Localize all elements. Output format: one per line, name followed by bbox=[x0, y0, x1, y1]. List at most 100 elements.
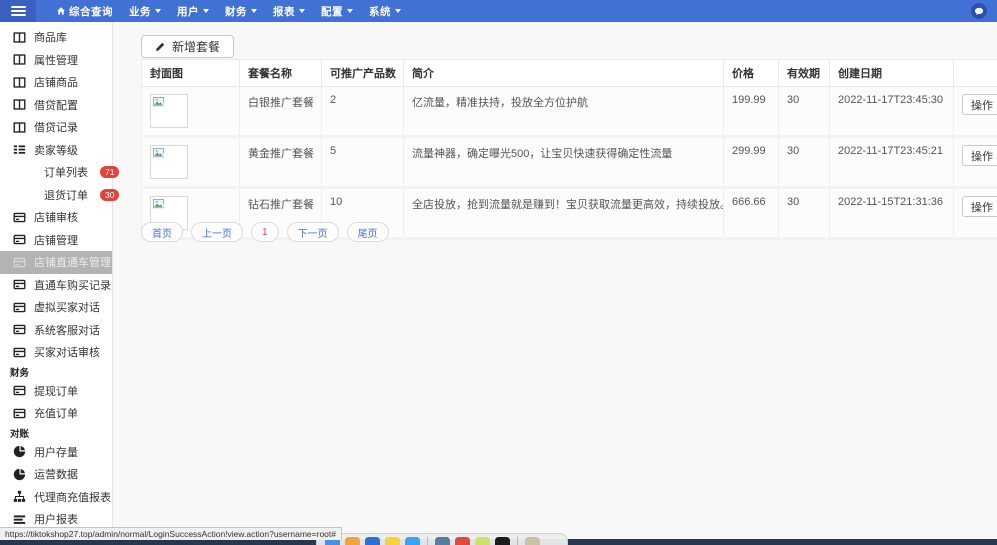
sidebar-item-label: 用户报表 bbox=[34, 514, 78, 527]
navbar-menu-item-3[interactable]: 用户 bbox=[177, 4, 209, 19]
cell-price: 666.66 bbox=[723, 187, 779, 240]
navbar-menu-item-6[interactable]: 配置 bbox=[321, 4, 353, 19]
table-column-header: 创建日期 bbox=[829, 59, 954, 87]
sidebar-item-14[interactable]: 系统客服对话 bbox=[0, 319, 112, 342]
sidebar-item-2[interactable]: 属性管理 bbox=[0, 49, 112, 72]
count-badge: 30 bbox=[100, 188, 120, 201]
chat-button[interactable] bbox=[971, 3, 987, 19]
pie-icon bbox=[13, 445, 26, 458]
row-action-button[interactable]: 操作 bbox=[962, 196, 997, 217]
sidebar-item-label: 借贷配置 bbox=[34, 99, 78, 112]
hamburger-menu-icon[interactable] bbox=[0, 0, 36, 22]
navbar-menu-label: 用户 bbox=[177, 5, 199, 18]
navbar-menu-item-7[interactable]: 系统 bbox=[369, 4, 401, 19]
navbar-menu-label: 系统 bbox=[369, 5, 391, 18]
sidebar: 商品库 属性管理 店铺商品 借贷配置 借贷记录 卖家等级 订单列表 71 退货订单 30 店铺审核店… bbox=[0, 22, 120, 539]
sidebar-item-6[interactable]: 卖家等级 bbox=[0, 139, 112, 162]
appstore-icon[interactable] bbox=[405, 537, 420, 545]
sidebar-item-11[interactable]: 店铺直通车管理 bbox=[0, 251, 112, 274]
sidebar-item-20[interactable]: 用户存量 bbox=[0, 441, 112, 464]
table-column-header: 封面图 bbox=[141, 59, 240, 87]
prev-page-button[interactable]: 上一页 bbox=[191, 222, 243, 242]
package-table: 封面图 套餐名称 可推广产品数 简介 价格 有效期 创建日期 白银推广套餐 2 亿流量，精准扶持… bbox=[141, 59, 997, 240]
sidebar-item-label: 虚拟买家对话 bbox=[34, 302, 100, 315]
navbar-menu-item-1[interactable]: 综合查询 bbox=[56, 4, 113, 19]
card-icon bbox=[13, 407, 26, 420]
pencil-icon bbox=[156, 42, 165, 51]
chevron-down-icon bbox=[395, 9, 401, 13]
pie-icon bbox=[13, 468, 26, 481]
sidebar-item-15[interactable]: 买家对话审核 bbox=[0, 341, 112, 364]
page-number-button[interactable]: 1 bbox=[251, 222, 279, 242]
sidebar-item-5[interactable]: 借贷记录 bbox=[0, 116, 112, 139]
cell-price: 199.99 bbox=[723, 86, 779, 138]
card-icon bbox=[13, 346, 26, 359]
navbar-menu-item-5[interactable]: 报表 bbox=[273, 4, 305, 19]
sidebar-item-10[interactable]: 店铺管理 bbox=[0, 229, 112, 252]
card-icon bbox=[13, 323, 26, 336]
navbar-menu-label: 综合查询 bbox=[69, 5, 113, 18]
terminal-icon[interactable] bbox=[495, 537, 510, 545]
sidebar-item-4[interactable]: 借贷配置 bbox=[0, 94, 112, 117]
cover-image-cell bbox=[141, 136, 240, 189]
first-page-button[interactable]: 首页 bbox=[141, 222, 183, 242]
card-icon bbox=[13, 301, 26, 314]
sidebar-item-label: 系统客服对话 bbox=[34, 324, 100, 337]
columns-icon bbox=[13, 31, 26, 44]
sidebar-item-label: 商品库 bbox=[34, 32, 67, 45]
action-cell: 操作 bbox=[953, 187, 997, 240]
table-header-row: 封面图 套餐名称 可推广产品数 简介 价格 有效期 创建日期 bbox=[141, 59, 997, 87]
columns-icon bbox=[13, 121, 26, 134]
navbar-menu-item-2[interactable]: 业务 bbox=[129, 4, 161, 19]
chevron-down-icon bbox=[251, 9, 257, 13]
navbar-menu-item-4[interactable]: 财务 bbox=[225, 4, 257, 19]
app-gray-icon[interactable] bbox=[435, 537, 450, 545]
broken-image-icon bbox=[150, 94, 188, 128]
sidebar-item-label: 用户存量 bbox=[34, 446, 78, 459]
sidebar-item-label: 运营数据 bbox=[34, 469, 78, 482]
sidebar-item-12[interactable]: 直通车购买记录 bbox=[0, 274, 112, 297]
navbar-menu-label: 配置 bbox=[321, 5, 343, 18]
sidebar-item-9[interactable]: 店铺审核 bbox=[0, 206, 112, 229]
notes-icon[interactable] bbox=[385, 537, 400, 545]
browser-icon[interactable] bbox=[365, 537, 380, 545]
cell-name: 白银推广套餐 bbox=[239, 86, 322, 138]
sidebar-item-21[interactable]: 运营数据 bbox=[0, 463, 112, 486]
table-column-header: 有效期 bbox=[778, 59, 830, 87]
card-icon bbox=[13, 211, 26, 224]
navbar-menu-label: 报表 bbox=[273, 5, 295, 18]
sidebar-item-label: 直通车购买记录 bbox=[34, 279, 111, 292]
sidebar-item-18[interactable]: 充值订单 bbox=[0, 402, 112, 425]
broken-image-icon bbox=[150, 145, 188, 179]
next-page-button[interactable]: 下一页 bbox=[286, 222, 339, 242]
add-package-button[interactable]: 新增套餐 bbox=[141, 35, 235, 58]
navbar-menu: 综合查询 业务 用户 财务 报表 配置 系统 bbox=[56, 4, 401, 19]
sidebar-item-17[interactable]: 提现订单 bbox=[0, 380, 112, 403]
sidebar-item-7[interactable]: 订单列表 71 bbox=[0, 161, 120, 184]
row-action-button[interactable]: 操作 bbox=[962, 94, 997, 115]
sidebar-item-22[interactable]: 代理商充值报表 bbox=[0, 486, 112, 509]
cell-validity: 30 bbox=[778, 187, 830, 240]
sidebar-item-label: 退货订单 bbox=[44, 189, 88, 202]
sidebar-item-13[interactable]: 虚拟买家对话 bbox=[0, 296, 112, 319]
table-column-header: 可推广产品数 bbox=[321, 59, 404, 87]
launchpad-icon[interactable] bbox=[345, 537, 360, 545]
app-green-icon[interactable] bbox=[475, 537, 490, 545]
sidebar-item-label: 订单列表 bbox=[44, 167, 88, 180]
table-column-header bbox=[953, 59, 997, 87]
table-column-header: 价格 bbox=[723, 59, 779, 87]
columns-icon bbox=[13, 76, 26, 89]
browser-status-bar: https://tiktokshop27.top/admin/normal/Lo… bbox=[0, 527, 342, 540]
card-icon bbox=[13, 384, 26, 397]
chevron-down-icon bbox=[203, 9, 209, 13]
last-page-button[interactable]: 尾页 bbox=[346, 222, 389, 242]
table-row: 黄金推广套餐 5 流量神器，确定曝光500，让宝贝快速获得确定性流量 299.99 30… bbox=[141, 136, 997, 189]
sidebar-item-3[interactable]: 店铺商品 bbox=[0, 71, 112, 94]
cell-created: 2022-11-17T23:45:21 bbox=[829, 136, 954, 189]
row-action-button[interactable]: 操作 bbox=[962, 145, 997, 166]
app-red-icon[interactable] bbox=[455, 537, 470, 545]
trash-icon[interactable] bbox=[525, 537, 540, 545]
sidebar-item-8[interactable]: 退货订单 30 bbox=[0, 184, 120, 207]
status-url: https://tiktokshop27.top/admin/normal/Lo… bbox=[5, 529, 336, 539]
sidebar-item-1[interactable]: 商品库 bbox=[0, 26, 112, 49]
